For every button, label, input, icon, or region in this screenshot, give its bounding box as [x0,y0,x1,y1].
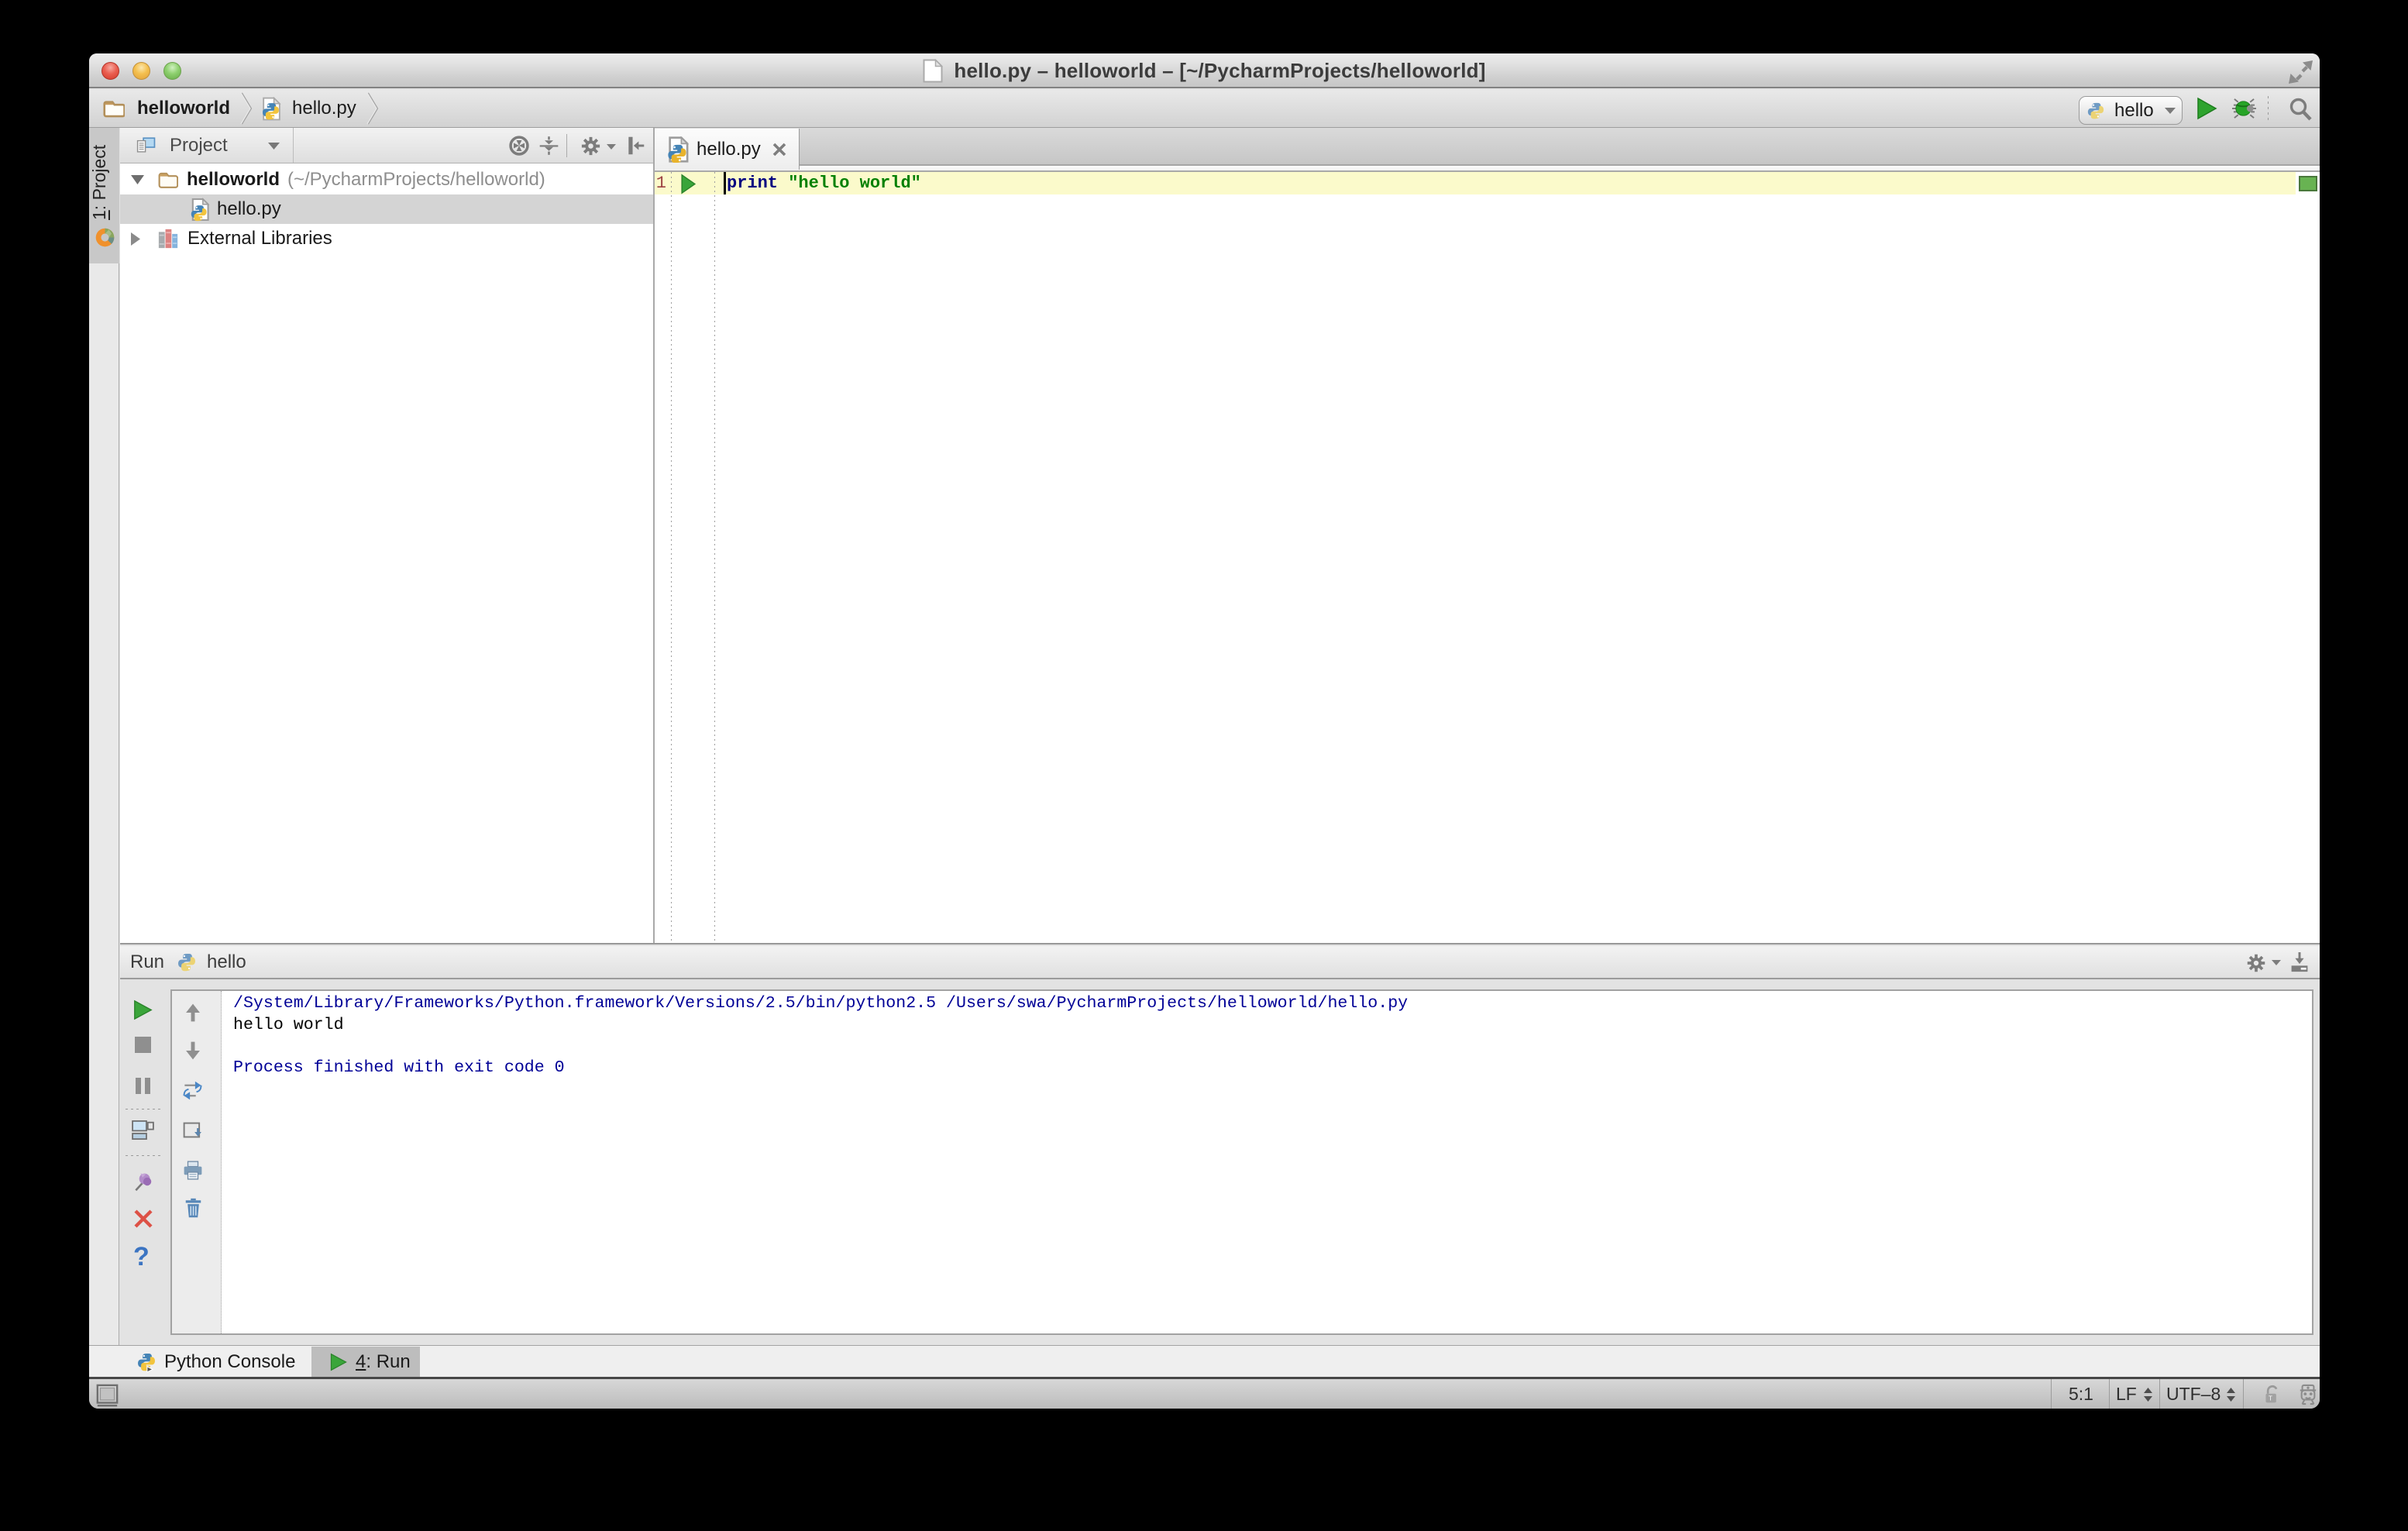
svg-text:T: T [2269,1395,2272,1402]
